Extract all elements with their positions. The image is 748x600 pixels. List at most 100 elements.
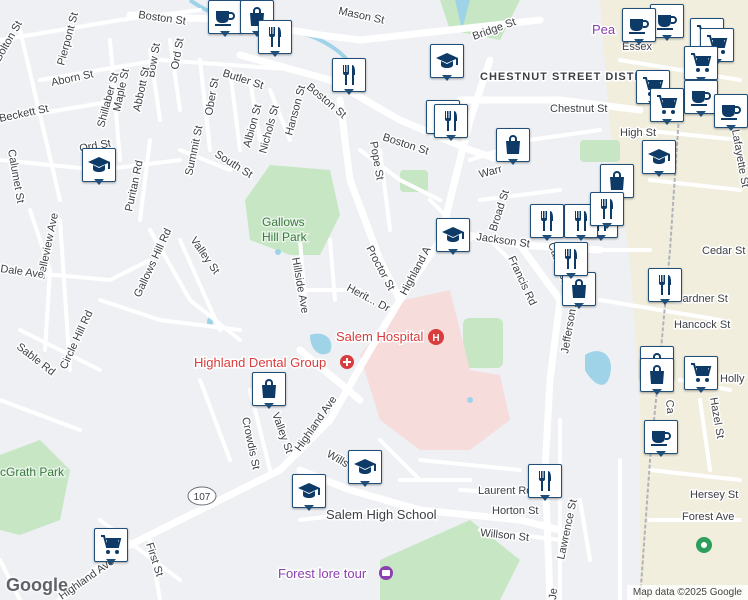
school-marker-6[interactable]: [292, 474, 326, 512]
street-label-forest-ave: Forest Ave: [682, 511, 734, 523]
marker-pointer: [448, 249, 458, 255]
shopping-bag-icon: [501, 133, 525, 157]
street-label-hancock-st: Hancock St: [674, 319, 730, 331]
svg-text:Salem Hospital: Salem Hospital: [336, 329, 424, 344]
svg-text:Forest lore tour: Forest lore tour: [278, 566, 367, 581]
marker-pointer: [634, 39, 644, 45]
svg-text:Highland Dental Group: Highland Dental Group: [194, 355, 326, 370]
restaurant-icon: [533, 469, 557, 493]
marker-pointer: [662, 35, 672, 41]
marker-pointer: [446, 135, 456, 141]
marker-pointer: [344, 89, 354, 95]
park-high-st: [580, 140, 620, 162]
coffee-icon: [213, 5, 237, 29]
coffee-marker-6[interactable]: [644, 420, 678, 458]
school-icon: [353, 455, 377, 479]
shopping-cart-marker-6[interactable]: [684, 356, 718, 394]
shopping-cart-icon: [689, 361, 713, 385]
marker-pointer: [540, 495, 550, 501]
google-logo: Google: [6, 575, 68, 595]
area-label-gallows-hill-park-line2: Hill Park: [262, 230, 308, 244]
map-attribution[interactable]: Map data ©2025 Google: [626, 585, 748, 600]
restaurant-marker-1[interactable]: [258, 20, 292, 58]
area-label-gallows-hill-park-line1: Gallows: [262, 215, 305, 229]
street-label-holly-st: Holly: [720, 373, 745, 385]
marker-pointer: [508, 159, 518, 165]
restaurant-marker-10[interactable]: [554, 242, 588, 280]
marker-pointer: [264, 403, 274, 409]
shopping-cart-icon: [99, 533, 123, 557]
restaurant-icon: [439, 109, 463, 133]
marker-pointer: [656, 451, 666, 457]
restaurant-icon: [263, 25, 287, 49]
marker-pointer: [726, 125, 736, 131]
shopping-cart-marker-3[interactable]: [684, 46, 718, 84]
coffee-icon: [655, 9, 679, 33]
shopping-cart-marker-5[interactable]: [650, 88, 684, 126]
marker-pointer: [106, 559, 116, 565]
svg-text:Pea: Pea: [592, 22, 616, 37]
school-marker-4[interactable]: [436, 218, 470, 256]
marker-pointer: [566, 273, 576, 279]
street-label-chestnut-st: Chestnut St: [550, 103, 607, 115]
street-label-gardner-st: Gardner St: [674, 293, 728, 305]
shopping-bag-icon: [257, 377, 281, 401]
school-icon: [435, 49, 459, 73]
marker-pointer: [304, 505, 314, 511]
poi-salem-high-school[interactable]: Salem High School: [325, 506, 439, 524]
shopping-cart-marker-7[interactable]: [94, 528, 128, 566]
restaurant-marker-4[interactable]: [434, 104, 468, 142]
svg-text:Salem High School: Salem High School: [326, 507, 437, 522]
marker-pointer: [270, 51, 280, 57]
restaurant-icon: [559, 247, 583, 271]
school-marker-3[interactable]: [642, 140, 676, 178]
area-label-mcgrath-park: cGrath Park: [0, 465, 65, 479]
marker-pointer: [696, 111, 706, 117]
street-label-cedar-st: Cedar St: [702, 245, 745, 257]
street-label-horton-st: Horton St: [492, 505, 538, 517]
restaurant-marker-7[interactable]: [590, 192, 624, 230]
marker-pointer: [360, 481, 370, 487]
marker-pointer: [94, 179, 104, 185]
park-near-hospital: [463, 318, 503, 368]
marker-pointer: [220, 31, 230, 37]
marker-pointer: [574, 303, 584, 309]
shopping-bag-icon: [605, 169, 629, 193]
restaurant-marker-2[interactable]: [332, 58, 366, 96]
shopping-bag-marker-2[interactable]: [496, 128, 530, 166]
street-label-hersey-st: Hersey St: [690, 489, 738, 501]
coffee-icon: [649, 425, 673, 449]
street-label-high-st: High St: [620, 127, 656, 139]
street-label-canal-st: Ca: [663, 399, 676, 415]
school-icon: [647, 145, 671, 169]
coffee-marker-5[interactable]: [714, 94, 748, 132]
street-label-laurent-rd: Laurent Rd: [478, 485, 532, 497]
restaurant-marker-8[interactable]: [530, 204, 564, 242]
school-marker-5[interactable]: [348, 450, 382, 488]
school-marker-2[interactable]: [82, 148, 116, 186]
school-icon: [297, 479, 321, 503]
poi-pea-top[interactable]: Pea: [591, 21, 618, 39]
school-icon: [441, 223, 465, 247]
pond-small-3: [275, 249, 281, 255]
marker-pointer: [542, 235, 552, 241]
street-label-jefferson-ave-bottom: Je: [547, 588, 560, 600]
shopping-bag-marker-7[interactable]: [252, 372, 286, 410]
shopping-cart-icon: [689, 51, 713, 75]
coffee-marker-3[interactable]: [622, 8, 656, 46]
marker-pointer: [442, 75, 452, 81]
shopping-bag-icon: [645, 363, 669, 387]
restaurant-marker-9[interactable]: [648, 268, 682, 306]
marker-pointer: [696, 387, 706, 393]
shopping-bag-marker-6[interactable]: [640, 358, 674, 396]
coffee-icon: [719, 99, 743, 123]
coffee-marker-1[interactable]: [208, 0, 242, 38]
marker-pointer: [654, 171, 664, 177]
coffee-icon: [689, 85, 713, 109]
school-icon: [87, 153, 111, 177]
school-marker-1[interactable]: [430, 44, 464, 82]
restaurant-marker-11[interactable]: [528, 464, 562, 502]
coffee-marker-4[interactable]: [684, 80, 718, 118]
pond-small-2: [467, 397, 473, 403]
marker-pointer: [662, 119, 672, 125]
